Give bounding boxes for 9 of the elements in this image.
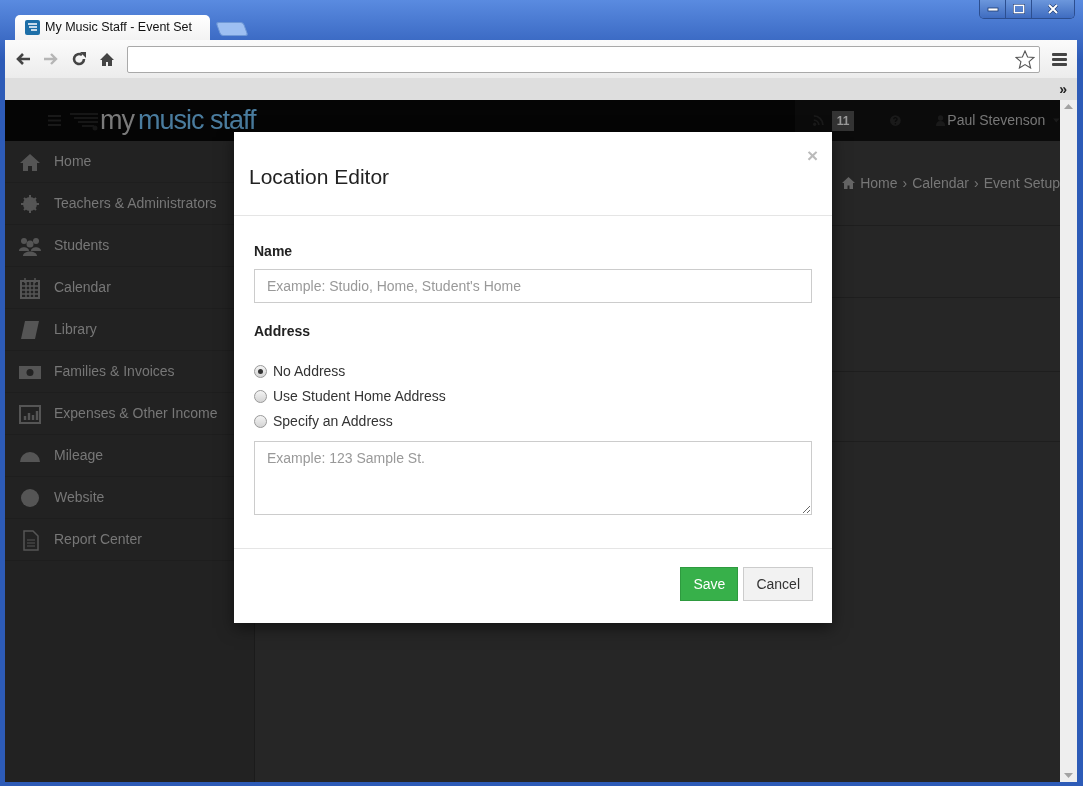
radio-label: Use Student Home Address	[273, 387, 446, 406]
radio-label: Specify an Address	[273, 412, 393, 431]
breadcrumb-separator: ›	[974, 173, 979, 193]
notification-count: 11	[831, 110, 855, 131]
breadcrumb-separator: ›	[902, 173, 908, 193]
field-label: Name	[254, 242, 293, 261]
tab-title: My Music Staff - Event Set	[45, 19, 193, 37]
field-label: Address	[254, 322, 311, 341]
radio-label: No Address	[273, 362, 346, 381]
